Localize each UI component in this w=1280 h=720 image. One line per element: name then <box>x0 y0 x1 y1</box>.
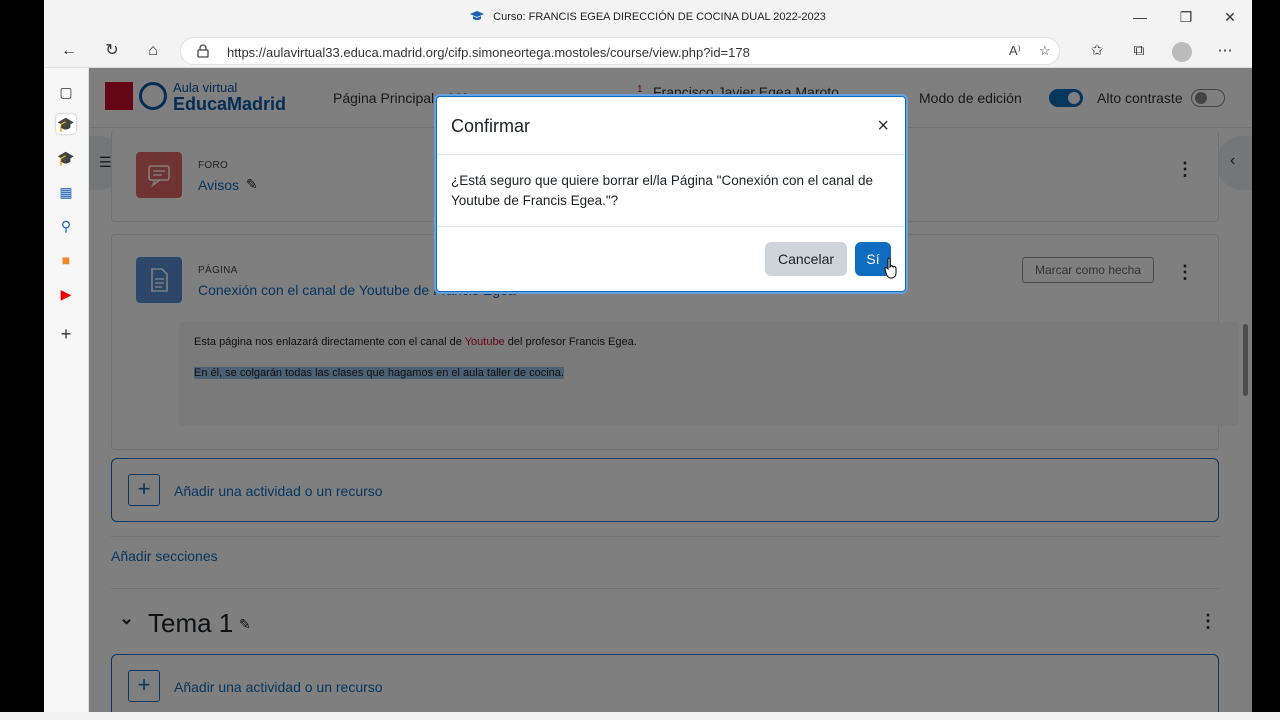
dialog-message: ¿Está seguro que quiere borrar el/la Pág… <box>451 173 874 208</box>
graduation-cap-icon <box>470 11 485 20</box>
restore-icon[interactable]: ❐ <box>1176 8 1196 26</box>
back-icon[interactable]: ← <box>58 40 80 62</box>
navigation-bar: ← ↻ ⌂ https://aulavirtual33.educa.madrid… <box>44 34 1252 68</box>
tab-actions-icon[interactable]: ▢ <box>56 82 76 102</box>
lock-icon <box>197 44 209 58</box>
window-title-text: Curso: FRANCIS EGEA DIRECCIÓN DE COCINA … <box>493 11 826 23</box>
dialog-divider <box>437 154 905 155</box>
cancel-button[interactable]: Cancelar <box>765 242 847 276</box>
confirm-dialog: Confirmar × ¿Está seguro que quiere borr… <box>436 96 906 292</box>
screen: Curso: FRANCIS EGEA DIRECCIÓN DE COCINA … <box>0 0 1280 720</box>
dialog-divider <box>437 226 905 227</box>
title-bar: Curso: FRANCIS EGEA DIRECCIÓN DE COCINA … <box>44 0 1252 34</box>
home-icon[interactable]: ⌂ <box>142 40 164 62</box>
taskbar-strip <box>0 712 1280 720</box>
sidebar-app-graduation-icon[interactable]: 🎓 <box>56 148 76 168</box>
read-aloud-icon[interactable]: A⁾ <box>1009 43 1021 59</box>
sidebar-app-course-icon[interactable]: 🎓 <box>56 114 76 134</box>
sidebar-add-icon[interactable]: + <box>56 324 76 344</box>
profile-avatar[interactable] <box>1172 42 1192 62</box>
sidebar-blogger-icon[interactable]: ■ <box>56 250 76 270</box>
refresh-icon[interactable]: ↻ <box>101 40 123 62</box>
close-icon[interactable]: × <box>877 115 889 138</box>
address-bar[interactable]: https://aulavirtual33.educa.madrid.org/c… <box>180 37 1060 65</box>
close-window-icon[interactable]: ✕ <box>1220 8 1240 26</box>
dialog-title: Confirmar <box>451 116 531 136</box>
sidebar-search-icon[interactable]: ⚲ <box>56 216 76 236</box>
more-menu-icon[interactable]: ⋯ <box>1214 40 1236 62</box>
add-favorite-icon[interactable]: ☆ <box>1039 43 1051 59</box>
sidebar-youtube-icon[interactable]: ▶ <box>56 284 76 304</box>
minimize-icon[interactable]: — <box>1130 8 1150 26</box>
window-title: Curso: FRANCIS EGEA DIRECCIÓN DE COCINA … <box>44 10 1252 23</box>
sidebar-app-video-icon[interactable]: ▦ <box>56 182 76 202</box>
url-text: https://aulavirtual33.educa.madrid.org/c… <box>227 45 750 60</box>
favorites-icon[interactable]: ✩ <box>1086 40 1108 62</box>
browser-sidebar: ▢ 🎓 🎓 ▦ ⚲ ■ ▶ + <box>44 68 89 712</box>
hand-cursor-icon <box>884 257 897 279</box>
collections-icon[interactable]: ⧉ <box>1128 40 1150 62</box>
